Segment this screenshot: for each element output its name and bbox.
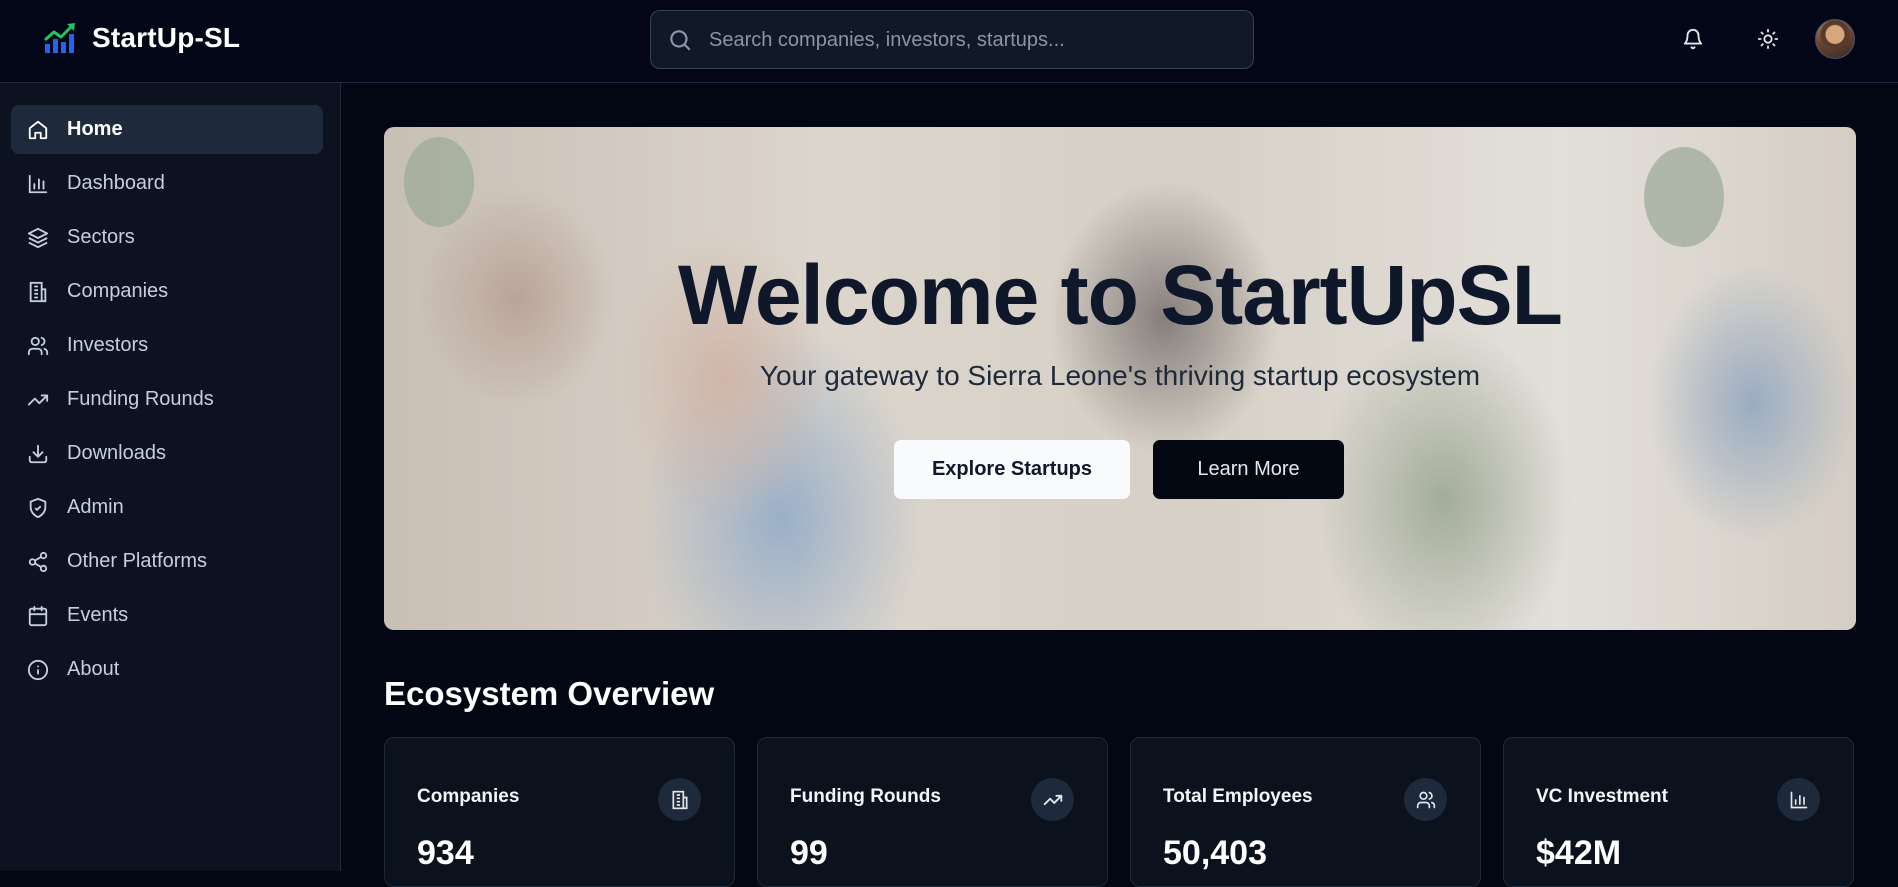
main-content: Welcome to StartUpSL Your gateway to Sie… [342,83,1898,887]
calendar-icon [28,605,48,626]
bar-chart-icon [1790,791,1807,808]
sidebar-item-investors[interactable]: Investors [11,321,323,370]
explore-startups-button[interactable]: Explore Startups [894,440,1130,499]
stat-icon [1031,778,1074,821]
trending-up-icon [1043,794,1062,805]
stat-label: Companies [417,786,520,807]
download-icon [28,444,48,463]
sidebar-item-home[interactable]: Home [11,105,323,154]
brand-name: StartUp-SL [92,22,241,53]
users-icon [27,336,49,355]
sidebar-item-label: Funding Rounds [67,388,214,410]
building-icon [29,281,47,302]
sidebar: Home Dashboard Sectors Companies Investo… [0,83,341,871]
top-header: StartUp-SL [0,0,1898,83]
sidebar-item-downloads[interactable]: Downloads [11,429,323,478]
learn-more-button[interactable]: Learn More [1153,440,1344,499]
sidebar-item-label: Home [67,118,123,140]
section-title: Ecosystem Overview [384,675,715,712]
sidebar-item-sectors[interactable]: Sectors [11,213,323,262]
sidebar-item-dashboard[interactable]: Dashboard [11,159,323,208]
notifications-button[interactable] [1678,24,1708,54]
users-icon [1416,791,1435,808]
sidebar-item-admin[interactable]: Admin [11,483,323,532]
sun-icon [1757,28,1779,50]
stat-card-funding-rounds[interactable]: Funding Rounds 99 [757,737,1108,887]
shield-icon [29,497,47,518]
hero-banner: Welcome to StartUpSL Your gateway to Sie… [384,127,1856,630]
bar-chart-icon [28,174,48,193]
stat-label: Funding Rounds [790,786,941,807]
stat-label: Total Employees [1163,786,1313,807]
bell-icon [1683,29,1703,50]
user-avatar[interactable] [1815,19,1855,59]
sidebar-item-label: Investors [67,334,149,356]
sidebar-item-companies[interactable]: Companies [11,267,323,316]
stat-icon [1404,778,1447,821]
sidebar-item-label: Sectors [67,226,135,248]
stat-card-companies[interactable]: Companies 934 [384,737,735,887]
sidebar-item-label: Dashboard [67,172,165,194]
sidebar-item-label: Other Platforms [67,550,208,572]
stat-value: 934 [417,834,474,872]
sidebar-item-about[interactable]: About [11,645,323,694]
hero-subtitle: Your gateway to Sierra Leone's thriving … [759,360,1481,391]
trending-up-icon [27,394,49,405]
sidebar-item-events[interactable]: Events [11,591,323,640]
brand-logo[interactable]: StartUp-SL [42,20,240,56]
sidebar-item-label: Events [67,604,129,626]
hero-title: Welcome to StartUpSL [678,248,1563,342]
chart-growth-icon [44,23,75,53]
sidebar-item-label: About [67,658,120,680]
stat-value: $42M [1536,834,1622,872]
layers-icon [27,227,49,248]
stat-value: 99 [790,834,828,872]
search-icon [670,30,691,51]
sidebar-item-label: Admin [67,496,124,518]
stat-value: 50,403 [1163,834,1267,872]
building-icon [672,790,687,809]
stat-card-vc-investment[interactable]: VC Investment $42M [1503,737,1854,887]
sidebar-item-label: Companies [67,280,169,302]
share-icon [28,551,48,572]
theme-toggle-button[interactable] [1753,24,1783,54]
stat-label: VC Investment [1536,786,1668,807]
stat-icon [1777,778,1820,821]
search-bar[interactable] [650,10,1254,69]
home-icon [28,120,48,139]
search-input[interactable] [709,21,1229,59]
info-icon [27,659,49,680]
sidebar-item-other-platforms[interactable]: Other Platforms [11,537,323,586]
sidebar-item-funding-rounds[interactable]: Funding Rounds [11,375,323,424]
sidebar-item-label: Downloads [67,442,166,464]
stat-card-total-employees[interactable]: Total Employees 50,403 [1130,737,1481,887]
stat-icon [658,778,701,821]
